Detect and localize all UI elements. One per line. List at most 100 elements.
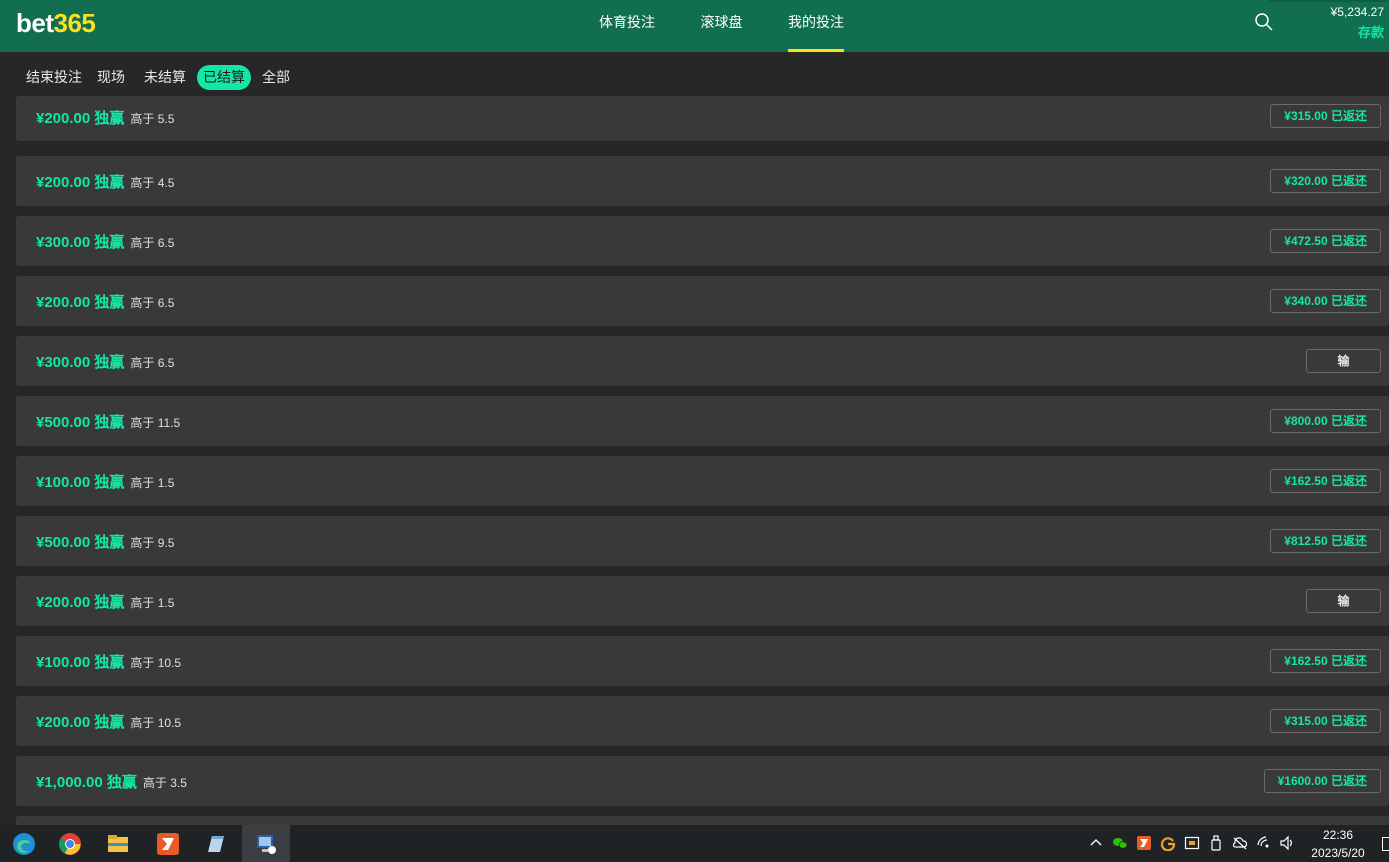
bet-stake: ¥100.00 独赢 高于 10.5 (36, 651, 181, 672)
tab-live[interactable]: 现场 (97, 65, 125, 90)
bet-stake: ¥200.00 独赢 高于 6.5 (36, 291, 174, 312)
bet-return-badge[interactable]: ¥1600.00 已返还 (1263, 769, 1381, 793)
bet-stake-text: ¥500.00 独赢 (36, 414, 125, 431)
bet-selection: 高于 10.5 (130, 716, 182, 730)
bet-lost-badge[interactable]: 输 (1306, 589, 1381, 613)
bet-stake: ¥500.00 独赢 高于 9.5 (36, 531, 174, 552)
speaker-icon[interactable] (1279, 835, 1295, 851)
bet-row[interactable]: ¥200.00 独赢 高于 1.5 输 (16, 576, 1389, 626)
deposit-button[interactable]: 存款 (1358, 22, 1384, 41)
bet-selection: 高于 6.5 (130, 236, 175, 250)
search-icon[interactable] (1254, 12, 1274, 32)
g-logo-icon[interactable] (1160, 835, 1176, 851)
chrome-icon (59, 833, 81, 855)
bet-return-badge[interactable]: ¥315.00 已返还 (1270, 104, 1381, 128)
bet-selection: 高于 11.5 (130, 416, 181, 430)
top-header: bet365 体育投注 滚球盘 我的投注 ¥5,234.27 存款 (0, 0, 1389, 52)
bet-stake: ¥300.00 独赢 高于 6.5 (36, 231, 174, 252)
wechat-icon[interactable] (1112, 835, 1128, 851)
taskbar-notepad[interactable] (192, 825, 240, 862)
bet-return-badge[interactable]: ¥812.50 已返还 (1270, 529, 1381, 553)
chevron-up-icon[interactable] (1088, 835, 1104, 851)
bet-stake: ¥1,000.00 独赢 高于 3.5 (36, 771, 187, 792)
header-divider (1269, 0, 1389, 2)
tab-cash-out[interactable]: 结束投注 (26, 65, 82, 90)
bet-selection: 高于 9.5 (130, 536, 175, 550)
tab-settled[interactable]: 已结算 (197, 65, 251, 90)
bet-row[interactable]: ¥300.00 独赢 高于 6.5 ¥472.50 已返还 (16, 216, 1389, 266)
screen-capture-icon[interactable] (1184, 835, 1200, 851)
bet-selection: 高于 1.5 (130, 476, 175, 490)
bet-stake-text: ¥200.00 独赢 (36, 594, 125, 611)
bet-selection: 高于 6.5 (130, 356, 175, 370)
bet-stake: ¥200.00 独赢 高于 1.5 (36, 591, 174, 612)
bet-filter-tabs: 结束投注 现场 未结算 已结算 全部 (0, 52, 1389, 100)
bet-row[interactable]: ¥200.00 独赢 高于 6.5 ¥340.00 已返还 (16, 276, 1389, 326)
bet-stake-text: ¥300.00 独赢 (36, 354, 125, 371)
clock-time[interactable]: 22:36 (1320, 828, 1356, 842)
red-app-icon (157, 833, 179, 855)
bet-return-badge[interactable]: ¥800.00 已返还 (1270, 409, 1381, 433)
notification-icon[interactable] (1382, 837, 1389, 851)
bet-return-badge[interactable]: ¥315.00 已返还 (1270, 709, 1381, 733)
bet-stake-text: ¥200.00 独赢 (36, 110, 125, 127)
account-balance[interactable]: ¥5,234.27 (1331, 5, 1384, 19)
bet-stake-text: ¥200.00 独赢 (36, 174, 125, 191)
taskbar-file-explorer[interactable] (94, 825, 142, 862)
bet-return-badge[interactable]: ¥472.50 已返还 (1270, 229, 1381, 253)
bet-stake: ¥200.00 独赢 高于 4.5 (36, 171, 174, 192)
nav-sports[interactable]: 体育投注 (599, 0, 655, 52)
bet-stake-text: ¥100.00 独赢 (36, 654, 125, 671)
main-nav: 体育投注 滚球盘 我的投注 (0, 0, 1389, 52)
clock-date[interactable]: 2023/5/20 (1306, 846, 1370, 860)
file-explorer-icon (108, 835, 128, 852)
nav-my-bets[interactable]: 我的投注 (788, 0, 844, 52)
bet-stake: ¥200.00 独赢 高于 10.5 (36, 711, 181, 732)
cloud-off-icon[interactable] (1232, 835, 1248, 851)
bet-stake-text: ¥100.00 独赢 (36, 474, 125, 491)
bet-return-badge[interactable]: ¥162.50 已返还 (1270, 649, 1381, 673)
bet-row[interactable]: ¥300.00 独赢 高于 6.5 输 (16, 336, 1389, 386)
taskbar-remote-desktop[interactable] (242, 825, 290, 862)
bet-stake: ¥300.00 独赢 高于 6.5 (36, 351, 174, 372)
notepad-icon (208, 836, 224, 852)
edge-icon (13, 833, 35, 855)
taskbar-edge[interactable] (0, 825, 48, 862)
bet-return-badge[interactable]: ¥320.00 已返还 (1270, 169, 1381, 193)
tab-all[interactable]: 全部 (262, 65, 290, 90)
bet-stake: ¥200.00 独赢 高于 5.5 (36, 107, 174, 128)
bet-row[interactable]: ¥200.00 独赢 高于 4.5 ¥320.00 已返还 (16, 156, 1389, 206)
windows-taskbar: 22:36 2023/5/20 (0, 825, 1389, 862)
bet-stake-text: ¥200.00 独赢 (36, 714, 125, 731)
red-app-tray-icon[interactable] (1136, 835, 1152, 851)
bet-lost-badge[interactable]: 输 (1306, 349, 1381, 373)
bet-row[interactable]: ¥100.00 独赢 高于 10.5 ¥162.50 已返还 (16, 636, 1389, 686)
bet-return-badge[interactable]: ¥162.50 已返还 (1270, 469, 1381, 493)
bet-row[interactable]: ¥200.00 独赢 高于 10.5 ¥315.00 已返还 (16, 696, 1389, 746)
bet-stake-text: ¥200.00 独赢 (36, 294, 125, 311)
bet-stake: ¥500.00 独赢 高于 11.5 (36, 411, 180, 432)
bet-stake-text: ¥300.00 独赢 (36, 234, 125, 251)
usb-drive-icon[interactable] (1208, 835, 1224, 851)
bet-selection: 高于 1.5 (130, 596, 175, 610)
wifi-icon[interactable] (1256, 835, 1272, 851)
bet-row[interactable]: ¥200.00 独赢 高于 5.5 ¥315.00 已返还 (16, 96, 1389, 141)
bet-stake: ¥100.00 独赢 高于 1.5 (36, 471, 174, 492)
settled-bets-list: ¥200.00 独赢 高于 5.5 ¥315.00 已返还 ¥200.00 独赢高… (16, 96, 1389, 826)
taskbar-red-app[interactable] (144, 825, 192, 862)
bet-selection: 高于 5.5 (130, 112, 175, 126)
bet-selection: 高于 10.5 (130, 656, 182, 670)
taskbar-chrome[interactable] (46, 825, 94, 862)
bet-row[interactable]: ¥500.00 独赢 高于 9.5 ¥812.50 已返还 (16, 516, 1389, 566)
nav-inplay[interactable]: 滚球盘 (700, 0, 743, 52)
bet-selection: 高于 4.5 (130, 176, 175, 190)
bet-row[interactable]: ¥100.00 独赢 高于 1.5 ¥162.50 已返还 (16, 456, 1389, 506)
bet-return-badge[interactable]: ¥340.00 已返还 (1270, 289, 1381, 313)
bet-stake-text: ¥500.00 独赢 (36, 534, 125, 551)
bet-row[interactable]: ¥1,000.00 独赢 高于 3.5 ¥1600.00 已返还 (16, 756, 1389, 806)
bet-row[interactable]: ¥500.00 独赢 高于 11.5 ¥800.00 已返还 (16, 396, 1389, 446)
bet-selection: 高于 3.5 (142, 776, 187, 790)
bet-stake-text: ¥1,000.00 独赢 (36, 774, 137, 791)
tab-unsettled[interactable]: 未结算 (144, 65, 186, 90)
remote-desktop-icon (257, 835, 276, 854)
